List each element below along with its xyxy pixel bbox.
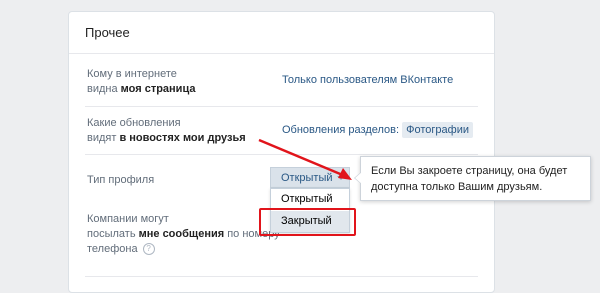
page-visibility-value[interactable]: Только пользователям ВКонтакте: [282, 73, 453, 88]
label-plain: посылать: [87, 228, 139, 240]
label-bold: мне сообщения: [138, 228, 225, 240]
help-icon[interactable]: ?: [142, 243, 155, 256]
friends-news-label-line1: Какие обновления: [87, 117, 181, 129]
label-plain: видят: [87, 132, 120, 144]
tooltip: Если Вы закроете страницу, она будет дос…: [354, 156, 591, 201]
friends-news-label: Какие обновления видят в новостях мои др…: [87, 116, 246, 146]
label-bold: в новостях мои друзья: [119, 132, 246, 144]
label-bold: моя страница: [120, 83, 196, 95]
chevron-down-icon: [337, 176, 345, 180]
photos-chip[interactable]: Фотографии: [402, 122, 473, 138]
panel-header: Прочее: [69, 12, 494, 54]
friends-news-value-prefix: Обновления разделов:: [282, 124, 400, 136]
tooltip-line1: Если Вы закроете страницу, она будет: [371, 165, 568, 177]
menu-option-open[interactable]: Открытый: [271, 189, 349, 210]
panel-title: Прочее: [85, 25, 130, 40]
profile-type-select[interactable]: Открытый: [270, 167, 350, 188]
page-visibility-label-line2: видна моя страница: [87, 82, 195, 97]
divider: [85, 106, 478, 107]
page-visibility-label-line1: Кому в интернете: [87, 68, 177, 80]
label-plain: видна: [87, 83, 121, 95]
friends-news-label-line2: видят в новостях мои друзья: [87, 131, 246, 146]
divider: [85, 154, 478, 155]
companies-label-line1: Компании могут: [87, 213, 169, 225]
settings-panel: Прочее Кому в интернете видна моя страни…: [68, 11, 495, 293]
companies-label-line2: посылать мне сообщения по номеру: [87, 227, 280, 242]
profile-type-label: Тип профиля: [87, 174, 155, 186]
label-plain: телефона: [87, 243, 138, 255]
page-visibility-label: Кому в интернете видна моя страница: [87, 67, 195, 97]
profile-type-selected-value: Открытый: [281, 172, 333, 184]
tooltip-line2: доступна только Вашим друзьям.: [371, 181, 543, 193]
annotation-highlight-box: [259, 208, 356, 236]
companies-label: Компании могут посылать мне сообщения по…: [87, 212, 280, 257]
friends-news-value[interactable]: Обновления разделов: Фотографии: [282, 122, 473, 138]
companies-label-line3: телефона ?: [87, 242, 280, 257]
